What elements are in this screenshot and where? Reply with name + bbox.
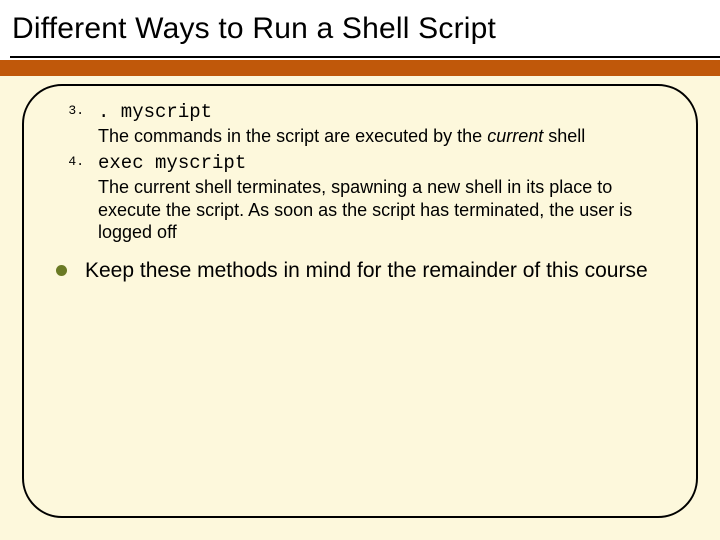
command-text: exec myscript — [98, 152, 246, 174]
desc-em: current — [487, 126, 543, 146]
slide: Different Ways to Run a Shell Script 3. … — [0, 0, 720, 540]
list-item: 4. exec myscript The current shell termi… — [52, 151, 668, 243]
bullet-icon — [56, 265, 67, 276]
list-number: 4. — [52, 151, 98, 169]
description-text: The current shell terminates, spawning a… — [98, 177, 632, 242]
content-box: 3. . myscript The commands in the script… — [22, 84, 698, 518]
numbered-list: 3. . myscript The commands in the script… — [52, 100, 668, 244]
slide-title: Different Ways to Run a Shell Script — [12, 12, 496, 46]
desc-pre: The commands in the script are executed … — [98, 126, 487, 146]
command-text: . myscript — [98, 101, 212, 123]
bullet-text: Keep these methods in mind for the remai… — [85, 258, 648, 284]
list-content: . myscript The commands in the script ar… — [98, 100, 668, 147]
list-number: 3. — [52, 100, 98, 118]
list-item: 3. . myscript The commands in the script… — [52, 100, 668, 147]
accent-line — [0, 72, 720, 76]
bullet-item: Keep these methods in mind for the remai… — [52, 258, 668, 284]
list-content: exec myscript The current shell terminat… — [98, 151, 668, 243]
desc-pre: The current shell terminates, spawning a… — [98, 177, 632, 242]
title-underline — [10, 56, 720, 58]
description-text: The commands in the script are executed … — [98, 126, 585, 146]
desc-post: shell — [543, 126, 585, 146]
